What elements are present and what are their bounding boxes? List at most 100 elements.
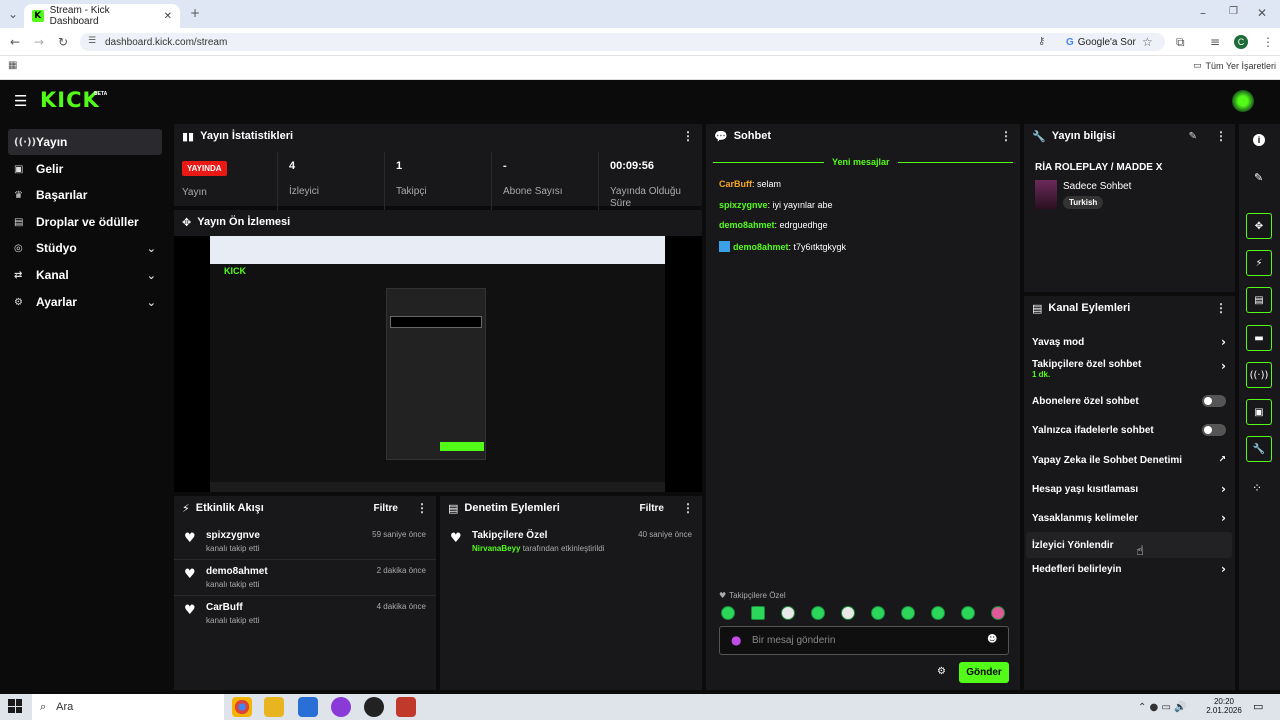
emote-icon[interactable]	[901, 606, 915, 620]
emote-icon[interactable]	[751, 606, 765, 620]
nav-item-studio[interactable]: ◎ Stüdyo ⌄	[8, 235, 162, 261]
chat-widget-icon[interactable]: ▬	[1246, 325, 1272, 351]
system-tray-icons[interactable]: ⌃ ● ▭ 🔊	[1138, 702, 1187, 713]
omnibox[interactable]	[80, 33, 1165, 51]
windows-start-icon[interactable]	[8, 699, 22, 713]
clock[interactable]: 20:20 2.01.2026	[1204, 697, 1244, 715]
activity-widget-icon[interactable]: ⚡	[1246, 250, 1272, 276]
extensions-icon[interactable]: ⧉	[1176, 35, 1185, 50]
more-options-icon[interactable]: ⋮	[1215, 129, 1227, 143]
app-taskbar-icon[interactable]	[298, 697, 318, 717]
bookmarks-bar	[0, 56, 1280, 80]
forward-icon[interactable]: →	[34, 35, 44, 49]
obs-taskbar-icon[interactable]	[364, 697, 384, 717]
emote-icon[interactable]	[961, 606, 975, 620]
list-item: ♥ demo8ahmet kanalı takip etti 2 dakika …	[174, 560, 436, 596]
more-options-icon[interactable]: ⋮	[1000, 129, 1012, 143]
add-widget-icon[interactable]: ⁘	[1252, 481, 1262, 495]
chat-username[interactable]: demo8ahmet	[733, 242, 789, 252]
stream-widget-icon[interactable]: ((·))	[1246, 362, 1272, 388]
user-avatar[interactable]	[1232, 90, 1254, 112]
moderation-filter-button[interactable]: Filtre	[640, 503, 664, 514]
profile-avatar[interactable]: C	[1234, 35, 1248, 49]
tools-widget-icon[interactable]: 🔧	[1246, 436, 1272, 462]
emote-icon[interactable]	[811, 606, 825, 620]
nav-item-revenue[interactable]: ▣ Gelir	[8, 156, 162, 182]
chrome-taskbar-icon[interactable]	[232, 697, 252, 717]
emoji-picker-icon[interactable]: ☻	[987, 634, 997, 645]
stream-icon: ((·))	[14, 136, 37, 148]
host-viewers-row[interactable]: İzleyici Yönlendir	[1026, 532, 1232, 558]
preview-modal	[386, 288, 486, 460]
nav-item-drops[interactable]: ▤ Droplar ve ödüller	[8, 209, 162, 235]
edit-icon[interactable]: ✎	[1254, 171, 1263, 184]
action-label: Hedefleri belirleyin	[1032, 563, 1122, 575]
set-goals-row[interactable]: Hedefleri belirleyin ›	[1026, 556, 1232, 582]
chat-username[interactable]: demo8ahmet	[719, 220, 775, 230]
preview-widget-icon[interactable]: ✥	[1246, 213, 1272, 239]
browser-tab[interactable]: K Stream - Kick Dashboard ✕	[24, 4, 180, 28]
clock-time: 20:20	[1213, 697, 1235, 706]
emote-icon[interactable]	[841, 606, 855, 620]
hamburger-menu-icon[interactable]: ☰	[14, 92, 27, 110]
slow-mode-row[interactable]: Yavaş mod ›	[1026, 329, 1232, 355]
preview-browser-bar	[210, 236, 665, 264]
followers-only-chat-row[interactable]: Takipçilere özel sohbet 1 dk. ›	[1026, 359, 1232, 385]
emote-icon[interactable]	[721, 606, 735, 620]
password-key-icon[interactable]: ⚷	[1038, 36, 1045, 47]
back-icon[interactable]: ←	[10, 35, 20, 49]
edit-pencil-icon[interactable]: ✎	[1189, 131, 1197, 142]
minimize-icon[interactable]: –	[1200, 6, 1206, 20]
send-button[interactable]: Gönder	[959, 662, 1009, 683]
moderation-widget-icon[interactable]: ▤	[1246, 287, 1272, 313]
close-tab-icon[interactable]: ✕	[164, 11, 172, 22]
window-close-icon[interactable]: ✕	[1257, 6, 1267, 20]
account-age-row[interactable]: Hesap yaşı kısıtlaması ›	[1026, 476, 1232, 502]
site-info-icon[interactable]: ☰	[88, 36, 96, 46]
microphone-icon[interactable]: ●	[731, 633, 741, 647]
nav-item-stream[interactable]: ((·)) Yayın	[8, 129, 162, 155]
emote-icon[interactable]	[871, 606, 885, 620]
stat-label: Yayında Olduğu Süre	[610, 186, 681, 209]
taskbar-search[interactable]: ⌕ Ara	[32, 694, 224, 720]
reload-icon[interactable]: ↻	[58, 35, 68, 49]
apps-grid-icon[interactable]: ▦	[8, 60, 17, 71]
emote-icon[interactable]	[991, 606, 1005, 620]
ai-moderation-row[interactable]: Yapay Zeka ile Sohbet Denetimi ↗	[1026, 447, 1232, 473]
stat-live: YAYINDA Yayın	[174, 152, 278, 210]
activity-filter-button[interactable]: Filtre	[374, 503, 398, 514]
more-options-icon[interactable]: ⋮	[416, 501, 428, 515]
chat-settings-icon[interactable]: ⚙	[937, 666, 946, 677]
chat-username[interactable]: CarBuff	[719, 179, 752, 189]
subscribers-only-toggle[interactable]	[1202, 395, 1226, 407]
emote-icon[interactable]	[931, 606, 945, 620]
reading-list-icon[interactable]: ≡	[1210, 35, 1220, 49]
nav-item-settings[interactable]: ⚙ Ayarlar ⌄	[8, 289, 162, 315]
file-explorer-icon[interactable]	[264, 697, 284, 717]
all-bookmarks[interactable]: ▭ Tüm Yer İşaretleri	[1193, 61, 1276, 71]
app-taskbar-icon[interactable]	[396, 697, 416, 717]
kick-logo[interactable]: KICK	[40, 88, 100, 112]
more-options-icon[interactable]: ⋮	[682, 501, 694, 515]
google-ask-button[interactable]: G Google'a Sor	[1060, 35, 1142, 50]
stats-widget-icon[interactable]: ▣	[1246, 399, 1272, 425]
nav-item-achievements[interactable]: ♛ Başarılar	[8, 182, 162, 208]
chat-username[interactable]: spixzygnve	[719, 200, 768, 210]
new-tab-icon[interactable]: +	[190, 6, 200, 20]
notifications-icon[interactable]: ▭	[1253, 700, 1263, 713]
emote-only-toggle[interactable]	[1202, 424, 1226, 436]
banned-words-row[interactable]: Yasaklanmış kelimeler ›	[1026, 505, 1232, 531]
restore-icon[interactable]: ❐	[1229, 6, 1238, 17]
stream-preview-video[interactable]: KICK	[174, 236, 702, 492]
nav-item-channel[interactable]: ⇄ Kanal ⌄	[8, 262, 162, 288]
info-icon[interactable]: i	[1253, 134, 1265, 146]
more-options-icon[interactable]: ⋮	[682, 129, 694, 143]
nav-label: Yayın	[36, 135, 68, 149]
chrome-menu-icon[interactable]: ⋮	[1262, 35, 1274, 49]
url-text[interactable]: dashboard.kick.com/stream	[105, 37, 227, 48]
bookmark-star-icon[interactable]: ☆	[1142, 35, 1153, 49]
app-taskbar-icon[interactable]	[331, 697, 351, 717]
tab-search-icon[interactable]: ⌄	[8, 7, 18, 21]
more-options-icon[interactable]: ⋮	[1215, 301, 1227, 315]
emote-icon[interactable]	[781, 606, 795, 620]
